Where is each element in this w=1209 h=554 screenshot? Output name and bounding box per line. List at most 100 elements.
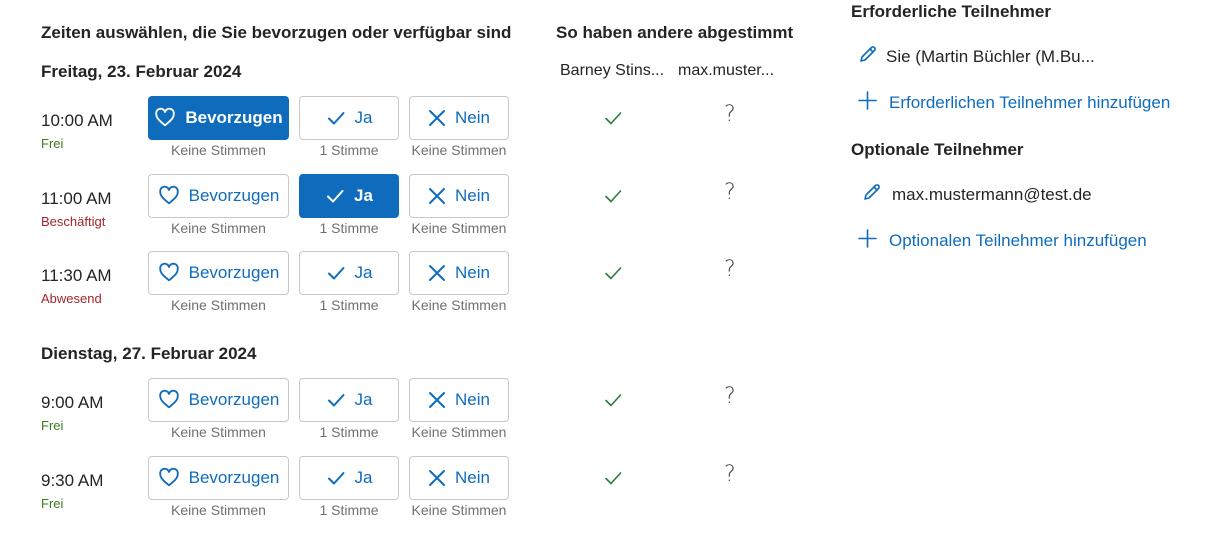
heart-icon bbox=[158, 467, 180, 489]
response-unknown: ? bbox=[724, 461, 736, 487]
add-required-attendee-label: Erforderlichen Teilnehmer hinzufügen bbox=[889, 93, 1171, 112]
required-attendee-name: Sie (Martin Büchler (M.Bu... bbox=[886, 46, 1095, 66]
no-button[interactable]: Nein bbox=[409, 96, 509, 140]
add-required-attendee-link[interactable]: Erforderlichen Teilnehmer hinzufügen bbox=[858, 91, 1170, 115]
response-unknown: ? bbox=[724, 179, 736, 205]
slot-time: 11:30 AM bbox=[41, 266, 112, 285]
response-unknown: ? bbox=[724, 384, 736, 409]
no-vote-count: Keine Stimmen bbox=[411, 142, 507, 158]
slot-availability-status: Abwesend bbox=[41, 291, 102, 306]
yes-button[interactable]: Ja bbox=[299, 378, 399, 422]
no-button-label: Nein bbox=[455, 108, 490, 127]
yes-button-label: Ja bbox=[354, 263, 373, 282]
response-checkmark-icon bbox=[603, 186, 623, 211]
yes-vote-count: 1 Stimme bbox=[319, 219, 379, 236]
slot-time: 11:00 AM bbox=[41, 188, 112, 208]
checkmark-icon bbox=[326, 468, 346, 488]
prefer-button-label: Bevorzugen bbox=[188, 390, 280, 409]
prefer-vote-count: Keine Stimmen bbox=[171, 142, 266, 158]
yes-vote-count: 1 Stimme bbox=[319, 424, 379, 440]
yes-vote-count: 1 Stimme bbox=[319, 297, 379, 313]
no-button-label: Nein bbox=[455, 263, 490, 282]
prefer-button-label: Bevorzugen bbox=[188, 263, 280, 282]
prefer-button[interactable]: Bevorzugen bbox=[148, 378, 289, 422]
yes-vote-count: 1 Stimme bbox=[319, 501, 379, 518]
no-button[interactable]: Nein bbox=[409, 455, 509, 500]
slot-availability-status: Beschäftigt bbox=[41, 213, 106, 229]
close-icon bbox=[428, 391, 446, 409]
prefer-vote-count: Keine Stimmen bbox=[171, 501, 266, 518]
no-vote-count: Keine Stimmen bbox=[411, 297, 507, 313]
no-vote-count: Keine Stimmen bbox=[411, 501, 507, 518]
plus-icon bbox=[858, 229, 877, 253]
slot-time: 9:00 AM bbox=[41, 393, 104, 412]
close-icon bbox=[428, 187, 446, 205]
response-checkmark-icon bbox=[603, 468, 623, 493]
day-heading: Dienstag, 27. Februar 2024 bbox=[41, 344, 257, 363]
no-button[interactable]: Nein bbox=[409, 173, 509, 218]
add-optional-attendee-link[interactable]: Optionalen Teilnehmer hinzufügen bbox=[858, 229, 1147, 253]
prefer-button[interactable]: Bevorzugen bbox=[148, 173, 289, 218]
slot-time: 10:00 AM bbox=[41, 111, 113, 130]
plus-icon bbox=[858, 91, 877, 115]
heart-icon bbox=[154, 107, 176, 129]
others-voted-title: So haben andere abgestimmt bbox=[556, 23, 794, 42]
slot-availability-status: Frei bbox=[41, 418, 64, 433]
times-section-title: Zeiten auswählen, die Sie bevorzugen ode… bbox=[41, 23, 512, 42]
no-button-label: Nein bbox=[455, 185, 490, 205]
yes-button-label: Ja bbox=[354, 185, 373, 205]
required-attendees-title: Erforderliche Teilnehmer bbox=[851, 2, 1051, 21]
close-icon bbox=[428, 109, 446, 127]
response-unknown: ? bbox=[724, 257, 736, 282]
pencil-icon bbox=[858, 44, 878, 69]
no-button-label: Nein bbox=[455, 467, 490, 487]
yes-button[interactable]: Ja bbox=[299, 173, 399, 218]
prefer-button-label: Bevorzugen bbox=[188, 467, 280, 487]
pencil-icon bbox=[862, 182, 882, 207]
slot-availability-status: Frei bbox=[41, 136, 64, 151]
checkmark-icon bbox=[325, 186, 345, 206]
checkmark-icon bbox=[326, 390, 346, 410]
no-button[interactable]: Nein bbox=[409, 251, 509, 295]
yes-button-label: Ja bbox=[354, 108, 373, 127]
optional-attendee-row[interactable]: max.mustermann@test.de bbox=[862, 182, 1092, 207]
close-icon bbox=[428, 469, 446, 487]
yes-button[interactable]: Ja bbox=[299, 251, 399, 295]
optional-attendees-title: Optionale Teilnehmer bbox=[851, 140, 1024, 159]
response-checkmark-icon bbox=[603, 263, 623, 288]
prefer-button[interactable]: Bevorzugen bbox=[148, 455, 289, 500]
no-vote-count: Keine Stimmen bbox=[411, 219, 507, 236]
prefer-button-label: Bevorzugen bbox=[185, 108, 283, 127]
prefer-button[interactable]: Bevorzugen bbox=[148, 251, 289, 295]
checkmark-icon bbox=[326, 108, 346, 128]
yes-button-label: Ja bbox=[354, 390, 373, 409]
attendee-column-barney: Barney Stins... bbox=[560, 62, 665, 79]
checkmark-icon bbox=[326, 263, 346, 283]
attendee-column-max: max.muster... bbox=[678, 62, 775, 79]
response-checkmark-icon bbox=[603, 390, 623, 415]
add-optional-attendee-label: Optionalen Teilnehmer hinzufügen bbox=[889, 231, 1147, 250]
yes-vote-count: 1 Stimme bbox=[319, 142, 379, 158]
day-heading: Freitag, 23. Februar 2024 bbox=[41, 62, 242, 81]
close-icon bbox=[428, 264, 446, 282]
slot-availability-status: Frei bbox=[41, 495, 64, 511]
prefer-button[interactable]: Bevorzugen bbox=[148, 96, 289, 140]
response-unknown: ? bbox=[724, 102, 736, 127]
yes-button-label: Ja bbox=[354, 467, 373, 487]
no-button[interactable]: Nein bbox=[409, 378, 509, 422]
prefer-vote-count: Keine Stimmen bbox=[171, 424, 266, 440]
slot-time: 9:30 AM bbox=[41, 470, 104, 490]
no-button-label: Nein bbox=[455, 390, 490, 409]
required-attendee-row[interactable]: Sie (Martin Büchler (M.Bu... bbox=[858, 44, 1095, 69]
heart-icon bbox=[158, 389, 180, 411]
prefer-button-label: Bevorzugen bbox=[188, 185, 280, 205]
yes-button[interactable]: Ja bbox=[299, 96, 399, 140]
heart-icon bbox=[158, 262, 180, 284]
prefer-vote-count: Keine Stimmen bbox=[171, 219, 266, 236]
optional-attendee-name: max.mustermann@test.de bbox=[892, 184, 1092, 204]
response-checkmark-icon bbox=[603, 108, 623, 133]
prefer-vote-count: Keine Stimmen bbox=[171, 297, 266, 313]
no-vote-count: Keine Stimmen bbox=[411, 424, 507, 440]
yes-button[interactable]: Ja bbox=[299, 455, 399, 500]
heart-icon bbox=[158, 185, 180, 207]
